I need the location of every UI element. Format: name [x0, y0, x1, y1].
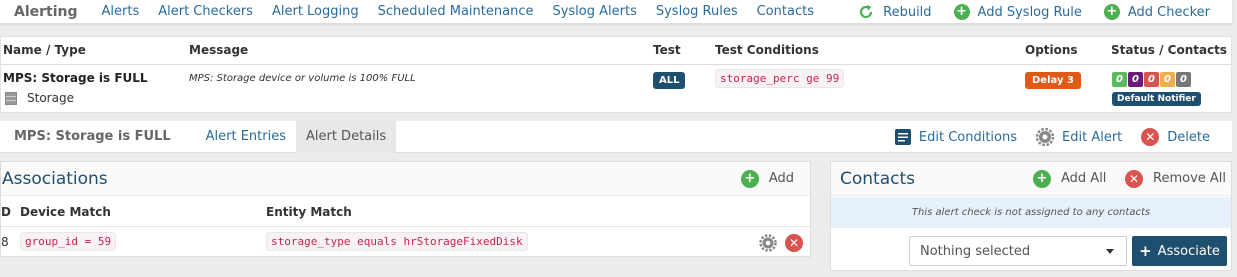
nav-link-scheduled-maintenance[interactable]: Scheduled Maintenance	[378, 4, 534, 19]
edit-conditions-label: Edit Conditions	[918, 129, 1018, 145]
contact-select-value: Nothing selected	[920, 243, 1031, 259]
close-icon: ✕	[1141, 128, 1160, 146]
gear-icon[interactable]	[759, 234, 777, 252]
nav-link-syslog-alerts[interactable]: Syslog Alerts	[552, 4, 636, 19]
test-condition: storage_perc ge 99	[715, 69, 845, 88]
nav-link-alert-logging[interactable]: Alert Logging	[272, 4, 359, 19]
add-syslog-rule-label: Add Syslog Rule	[977, 4, 1082, 20]
gear-icon	[1036, 128, 1055, 146]
alert-type-label: Storage	[27, 91, 74, 105]
header-test: Test	[653, 43, 681, 57]
contacts-panel: Contacts + Add All ✕ Remove All This ale…	[830, 161, 1232, 271]
alert-table: Name / Type Message Test Test Conditions…	[0, 36, 1232, 113]
header-test-conditions: Test Conditions	[715, 43, 819, 57]
associate-label: Associate	[1157, 243, 1220, 259]
close-icon: ✕	[1125, 169, 1143, 188]
plus-circle-icon: +	[1033, 169, 1051, 188]
associations-title: Associations	[2, 168, 108, 189]
add-association-button[interactable]: + Add	[740, 169, 794, 188]
edit-conditions-button[interactable]: Edit Conditions	[894, 129, 1018, 145]
nav-link-alert-checkers[interactable]: Alert Checkers	[158, 4, 253, 19]
tab-alert-entries[interactable]: Alert Entries	[196, 121, 296, 153]
contact-select[interactable]: Nothing selected	[909, 236, 1127, 266]
assoc-header-device-match: Device Match	[20, 205, 111, 219]
rebuild-label: Rebuild	[883, 4, 932, 20]
add-checker-label: Add Checker	[1127, 4, 1210, 20]
test-badge: ALL	[653, 72, 686, 89]
remove-all-label: Remove All	[1153, 171, 1227, 186]
header-name-type: Name / Type	[3, 43, 86, 57]
plus-circle-icon: +	[740, 169, 759, 188]
header-message: Message	[189, 43, 249, 57]
plus-circle-icon: +	[953, 4, 970, 20]
chevron-down-icon	[1106, 249, 1114, 254]
status-counts: 00000	[1112, 71, 1192, 87]
assoc-device-match: group_id = 59	[20, 232, 117, 251]
rebuild-button[interactable]: Rebuild	[857, 3, 932, 21]
nav-link-contacts[interactable]: Contacts	[757, 4, 814, 19]
assoc-row-id: 8	[1, 235, 9, 249]
add-checker-button[interactable]: + Add Checker	[1103, 4, 1210, 20]
status-count-ok: 0	[1112, 72, 1127, 87]
edit-alert-button[interactable]: Edit Alert	[1036, 128, 1122, 146]
associations-header: Associations + Add	[1, 162, 810, 196]
assoc-header-id: D	[1, 205, 11, 219]
status-count-delayed: 0	[1128, 72, 1143, 87]
contacts-header: Contacts + Add All ✕ Remove All	[831, 162, 1231, 196]
subnav-actions: Edit Conditions Edit Alert ✕ Delete	[876, 121, 1210, 153]
remove-association-icon[interactable]: ✕	[785, 234, 803, 252]
delete-button[interactable]: ✕ Delete	[1141, 128, 1210, 146]
associations-panel: Associations + Add D Device Match Entity…	[0, 161, 811, 257]
assoc-divider	[1, 226, 810, 227]
storage-icon	[5, 92, 17, 105]
tab-alert-details[interactable]: Alert Details	[295, 120, 397, 153]
associate-button[interactable]: + Associate	[1132, 236, 1227, 266]
nav-link-syslog-rules[interactable]: Syslog Rules	[656, 4, 738, 19]
plus-icon: +	[1139, 242, 1152, 260]
navbar-brand[interactable]: Alerting	[14, 4, 78, 20]
contacts-title: Contacts	[840, 168, 915, 189]
edit-conditions-icon	[894, 129, 911, 145]
navbar-actions: Rebuild + Add Syslog Rule + Add Checker	[835, 0, 1210, 24]
header-options: Options	[1025, 43, 1078, 57]
assoc-entity-match: storage_type equals hrStorageFixedDisk	[266, 232, 528, 251]
add-association-label: Add	[768, 171, 794, 186]
assoc-header-entity-match: Entity Match	[266, 205, 352, 219]
alert-subnav-title[interactable]: MPS: Storage is FULL	[14, 129, 171, 144]
edit-alert-label: Edit Alert	[1062, 129, 1123, 145]
alert-name[interactable]: MPS: Storage is FULL	[3, 71, 148, 85]
alert-subnav: MPS: Storage is FULL Alert Entries Alert…	[0, 120, 1232, 153]
status-count-alert: 0	[1144, 72, 1159, 87]
default-notifier-badge: Default Notifier	[1112, 92, 1201, 106]
nav-link-alerts[interactable]: Alerts	[102, 4, 140, 19]
header-divider	[1, 64, 1231, 65]
delete-label: Delete	[1167, 129, 1210, 145]
no-contacts-message: This alert check is not assigned to any …	[831, 197, 1231, 228]
remove-all-button[interactable]: ✕ Remove All	[1125, 169, 1227, 188]
alert-type: Storage	[5, 91, 74, 105]
plus-circle-icon: +	[1103, 4, 1120, 20]
delay-badge: Delay 3	[1025, 72, 1081, 89]
add-all-button[interactable]: + Add All	[1033, 169, 1107, 188]
status-count-unknown: 0	[1176, 72, 1191, 87]
header-status-contacts: Status / Contacts	[1111, 43, 1228, 57]
add-all-label: Add All	[1061, 171, 1107, 186]
status-count-suppressed: 0	[1160, 72, 1175, 87]
alert-message: MPS: Storage device or volume is 100% FU…	[189, 73, 416, 84]
top-navbar: Alerting Alerts Alert Checkers Alert Log…	[0, 0, 1232, 24]
add-syslog-rule-button[interactable]: + Add Syslog Rule	[953, 4, 1082, 20]
refresh-icon	[860, 5, 873, 19]
